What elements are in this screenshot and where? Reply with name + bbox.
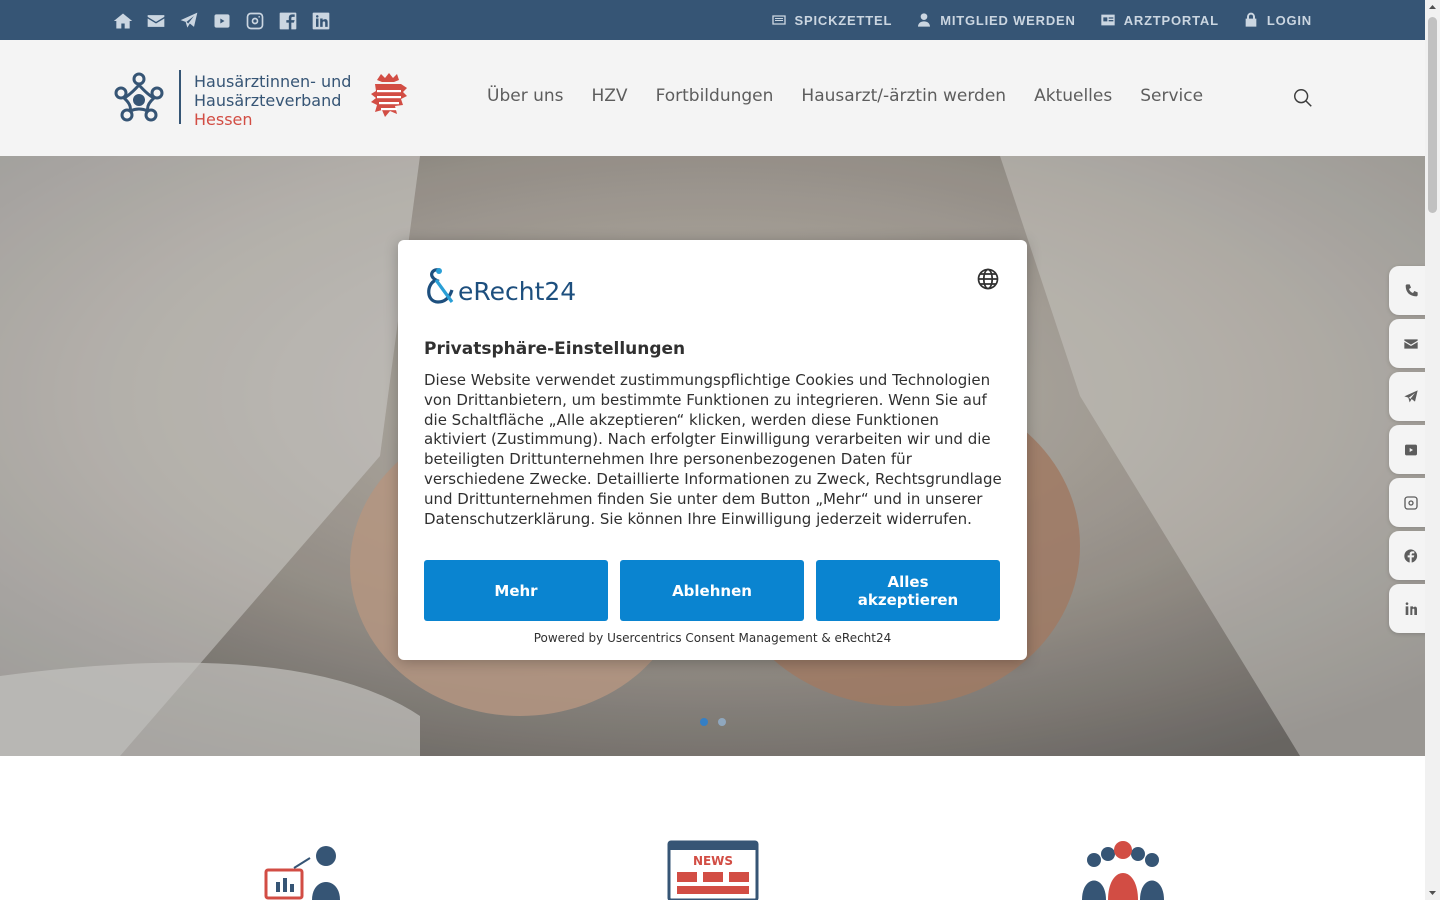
page-scrollbar[interactable] (1425, 0, 1440, 900)
decline-button[interactable]: Ablehnen (620, 560, 804, 621)
language-button[interactable] (976, 267, 1000, 291)
powered-by-text: Powered by Usercentrics Consent Manageme… (533, 631, 892, 645)
scroll-thumb[interactable] (1428, 17, 1437, 213)
erecht24-ampersand-icon (427, 268, 454, 304)
scroll-up-arrow-icon[interactable] (1425, 0, 1440, 15)
consent-buttons: Mehr Ablehnen Alles akzeptieren (424, 560, 1000, 621)
more-button[interactable]: Mehr (424, 560, 608, 621)
consent-title: Privatsphäre-Einstellungen (424, 339, 686, 359)
globe-icon (977, 268, 999, 290)
brand-name: eRecht24 (458, 277, 577, 306)
cookie-consent-dialog: eRecht24 Privatsphäre-Einstellungen Dies… (398, 240, 1027, 660)
scroll-down-arrow-icon[interactable] (1425, 885, 1440, 900)
accept-all-button[interactable]: Alles akzeptieren (816, 560, 1000, 621)
erecht24-logo: eRecht24 (422, 266, 576, 306)
consent-text: Diese Website verwendet zustimmungspflic… (424, 371, 1002, 528)
